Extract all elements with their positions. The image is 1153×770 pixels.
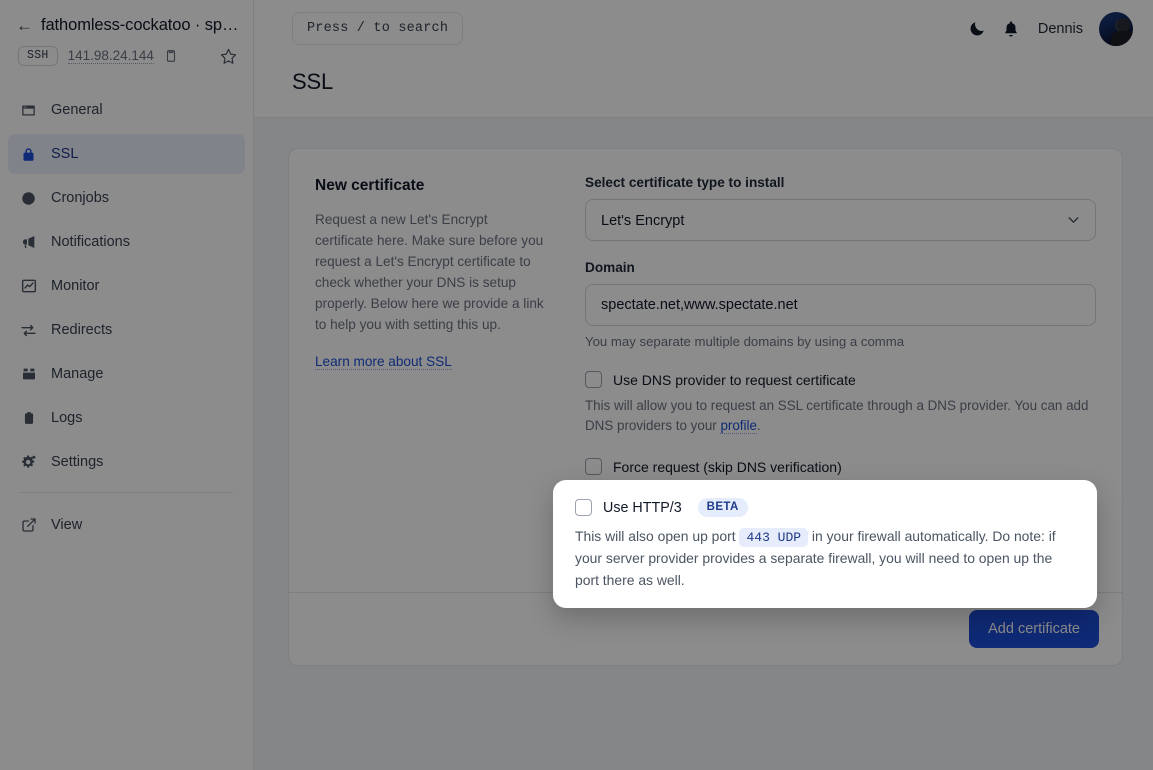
http3-spotlight-popover: Use HTTP/3 BETA This will also open up p… bbox=[553, 480, 1097, 609]
port-code-chip: 443 UDP bbox=[739, 528, 809, 547]
http3-checkbox-row: Use HTTP/3 BETA bbox=[575, 498, 1075, 517]
app-root: ← fathomless-cockatoo · sp… SSH 141.98.2… bbox=[0, 0, 1153, 770]
http3-help-text: This will also open up port 443 UDP in y… bbox=[575, 526, 1075, 591]
beta-badge: BETA bbox=[697, 498, 748, 517]
http3-checkbox-label[interactable]: Use HTTP/3 bbox=[603, 500, 682, 516]
modal-dim-overlay[interactable] bbox=[0, 0, 1153, 770]
http3-checkbox[interactable] bbox=[575, 499, 592, 516]
http3-text-before: This will also open up port bbox=[575, 528, 740, 544]
